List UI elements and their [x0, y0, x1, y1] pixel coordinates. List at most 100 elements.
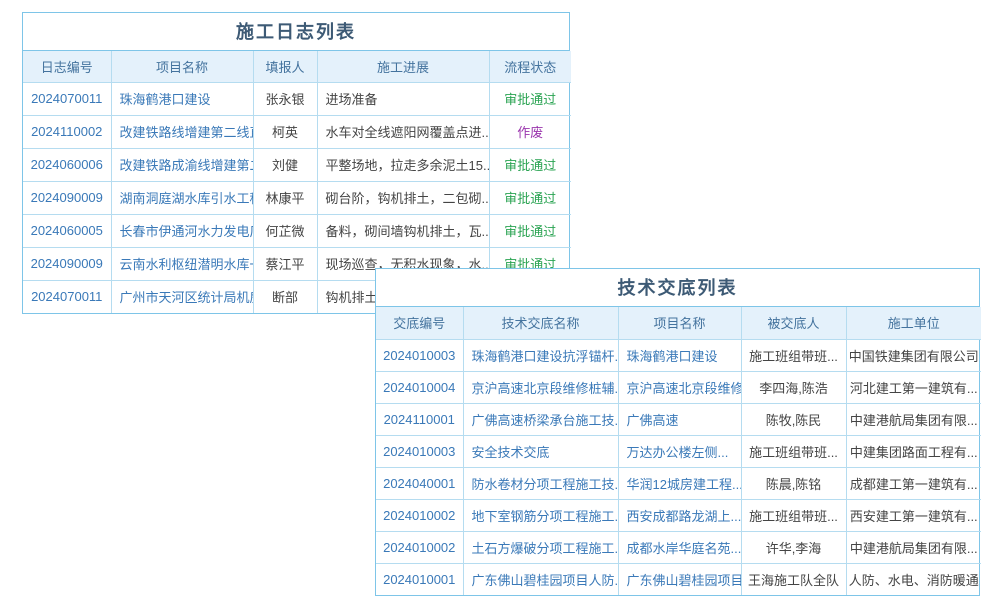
column-header-log-reporter: 填报人	[253, 51, 317, 82]
log-progress-cell: 进场准备	[317, 82, 489, 115]
log-id-cell[interactable]: 2024060005	[23, 214, 111, 247]
log-header-row: 日志编号 项目名称 填报人 施工进展 流程状态	[23, 51, 571, 82]
log-project-cell[interactable]: 湖南洞庭湖水库引水工程...	[111, 181, 253, 214]
column-header-disclosure-unit: 施工单位	[846, 307, 981, 339]
disclosure-id-cell[interactable]: 2024010004	[376, 371, 463, 403]
log-status-cell: 审批通过	[489, 148, 571, 181]
disclosure-name-cell[interactable]: 珠海鹤港口建设抗浮锚杆...	[463, 339, 618, 371]
log-table-row: 2024060005 长春市伊通河水力发电厂... 何芷微 备料，砌间墙钩机排土…	[23, 214, 571, 247]
log-progress-cell: 备料，砌间墙钩机排土，瓦...	[317, 214, 489, 247]
disclosure-name-cell[interactable]: 安全技术交底	[463, 435, 618, 467]
log-status-cell: 审批通过	[489, 181, 571, 214]
technical-disclosure-table: 交底编号 技术交底名称 项目名称 被交底人 施工单位 2024010003 珠海…	[376, 307, 981, 595]
disclosure-table-row: 2024010003 安全技术交底 万达办公楼左侧... 施工班组带班... 中…	[376, 435, 981, 467]
disclosure-name-cell[interactable]: 防水卷材分项工程施工技...	[463, 467, 618, 499]
log-project-cell[interactable]: 改建铁路成渝线增建第二...	[111, 148, 253, 181]
disclosure-table-row: 2024010002 地下室钢筋分项工程施工... 西安成都路龙湖上... 施工…	[376, 499, 981, 531]
disclosure-project-cell[interactable]: 万达办公楼左侧...	[618, 435, 741, 467]
disclosure-table-row: 2024010001 广东佛山碧桂园项目人防... 广东佛山碧桂园项目 王海施工…	[376, 563, 981, 595]
log-status-cell: 作废	[489, 115, 571, 148]
log-project-cell[interactable]: 广州市天河区统计局机房...	[111, 280, 253, 313]
disclosure-header-row: 交底编号 技术交底名称 项目名称 被交底人 施工单位	[376, 307, 981, 339]
log-project-cell[interactable]: 改建铁路线增建第二线直...	[111, 115, 253, 148]
disclosure-project-cell[interactable]: 华润12城房建工程...	[618, 467, 741, 499]
technical-disclosure-table-card: 技术交底列表 交底编号 技术交底名称 项目名称 被交底人 施工单位 202401…	[375, 268, 980, 596]
column-header-log-project: 项目名称	[111, 51, 253, 82]
log-progress-cell: 平整场地，拉走多余泥土15...	[317, 148, 489, 181]
disclosure-project-cell[interactable]: 广佛高速	[618, 403, 741, 435]
column-header-disclosure-project: 项目名称	[618, 307, 741, 339]
log-table-title: 施工日志列表	[23, 13, 569, 51]
disclosure-project-cell[interactable]: 成都水岸华庭名苑...	[618, 531, 741, 563]
disclosure-audience-cell: 施工班组带班...	[741, 339, 846, 371]
log-project-cell[interactable]: 云南水利枢纽潜明水库一...	[111, 247, 253, 280]
column-header-disclosure-name: 技术交底名称	[463, 307, 618, 339]
disclosure-table-row: 2024040001 防水卷材分项工程施工技... 华润12城房建工程... 陈…	[376, 467, 981, 499]
disclosure-audience-cell: 李四海,陈浩	[741, 371, 846, 403]
disclosure-id-cell[interactable]: 2024010003	[376, 339, 463, 371]
disclosure-unit-cell: 中建集团路面工程有...	[846, 435, 981, 467]
log-id-cell[interactable]: 2024060006	[23, 148, 111, 181]
disclosure-unit-cell: 河北建工第一建筑有...	[846, 371, 981, 403]
disclosure-name-cell[interactable]: 广佛高速桥梁承台施工技...	[463, 403, 618, 435]
log-id-cell[interactable]: 2024070011	[23, 280, 111, 313]
disclosure-unit-cell: 西安建工第一建筑有...	[846, 499, 981, 531]
log-reporter-cell: 张永银	[253, 82, 317, 115]
disclosure-name-cell[interactable]: 京沪高速北京段维修桩辅...	[463, 371, 618, 403]
disclosure-table-row: 2024110001 广佛高速桥梁承台施工技... 广佛高速 陈牧,陈民 中建港…	[376, 403, 981, 435]
disclosure-table-row: 2024010004 京沪高速北京段维修桩辅... 京沪高速北京段维修 李四海,…	[376, 371, 981, 403]
log-reporter-cell: 柯英	[253, 115, 317, 148]
log-id-cell[interactable]: 2024090009	[23, 247, 111, 280]
column-header-log-progress: 施工进展	[317, 51, 489, 82]
disclosure-id-cell[interactable]: 2024010003	[376, 435, 463, 467]
disclosure-name-cell[interactable]: 土石方爆破分项工程施工...	[463, 531, 618, 563]
log-project-cell[interactable]: 长春市伊通河水力发电厂...	[111, 214, 253, 247]
log-table-row: 2024090009 湖南洞庭湖水库引水工程... 林康平 砌台阶，钩机排土，二…	[23, 181, 571, 214]
disclosure-id-cell[interactable]: 2024010002	[376, 499, 463, 531]
disclosure-audience-cell: 施工班组带班...	[741, 435, 846, 467]
disclosure-unit-cell: 人防、水电、消防暖通	[846, 563, 981, 595]
disclosure-unit-cell: 中建港航局集团有限...	[846, 403, 981, 435]
disclosure-id-cell[interactable]: 2024010001	[376, 563, 463, 595]
log-status-cell: 审批通过	[489, 214, 571, 247]
log-progress-cell: 砌台阶，钩机排土，二包砌...	[317, 181, 489, 214]
disclosure-project-cell[interactable]: 广东佛山碧桂园项目	[618, 563, 741, 595]
log-table-row: 2024110002 改建铁路线增建第二线直... 柯英 水车对全线遮阳网覆盖点…	[23, 115, 571, 148]
disclosure-unit-cell: 中建港航局集团有限...	[846, 531, 981, 563]
disclosure-audience-cell: 施工班组带班...	[741, 499, 846, 531]
disclosure-project-cell[interactable]: 京沪高速北京段维修	[618, 371, 741, 403]
disclosure-audience-cell: 陈晨,陈铭	[741, 467, 846, 499]
disclosure-project-cell[interactable]: 珠海鹤港口建设	[618, 339, 741, 371]
column-header-log-status: 流程状态	[489, 51, 571, 82]
disclosure-unit-cell: 中国铁建集团有限公司	[846, 339, 981, 371]
disclosure-id-cell[interactable]: 2024010002	[376, 531, 463, 563]
disclosure-audience-cell: 许华,李海	[741, 531, 846, 563]
disclosure-audience-cell: 陈牧,陈民	[741, 403, 846, 435]
log-reporter-cell: 何芷微	[253, 214, 317, 247]
log-table-row: 2024060006 改建铁路成渝线增建第二... 刘健 平整场地，拉走多余泥土…	[23, 148, 571, 181]
disclosure-name-cell[interactable]: 地下室钢筋分项工程施工...	[463, 499, 618, 531]
log-progress-cell: 水车对全线遮阳网覆盖点进...	[317, 115, 489, 148]
disclosure-table-row: 2024010003 珠海鹤港口建设抗浮锚杆... 珠海鹤港口建设 施工班组带班…	[376, 339, 981, 371]
disclosure-name-cell[interactable]: 广东佛山碧桂园项目人防...	[463, 563, 618, 595]
log-id-cell[interactable]: 2024070011	[23, 82, 111, 115]
log-table-row: 2024070011 珠海鹤港口建设 张永银 进场准备 审批通过	[23, 82, 571, 115]
log-id-cell[interactable]: 2024090009	[23, 181, 111, 214]
disclosure-unit-cell: 成都建工第一建筑有...	[846, 467, 981, 499]
log-reporter-cell: 刘健	[253, 148, 317, 181]
column-header-disclosure-audience: 被交底人	[741, 307, 846, 339]
log-reporter-cell: 断部	[253, 280, 317, 313]
column-header-disclosure-id: 交底编号	[376, 307, 463, 339]
disclosure-table-title: 技术交底列表	[376, 269, 979, 307]
disclosure-id-cell[interactable]: 2024110001	[376, 403, 463, 435]
log-reporter-cell: 林康平	[253, 181, 317, 214]
log-status-cell: 审批通过	[489, 82, 571, 115]
log-reporter-cell: 蔡江平	[253, 247, 317, 280]
log-project-cell[interactable]: 珠海鹤港口建设	[111, 82, 253, 115]
disclosure-table-row: 2024010002 土石方爆破分项工程施工... 成都水岸华庭名苑... 许华…	[376, 531, 981, 563]
disclosure-project-cell[interactable]: 西安成都路龙湖上...	[618, 499, 741, 531]
disclosure-id-cell[interactable]: 2024040001	[376, 467, 463, 499]
log-id-cell[interactable]: 2024110002	[23, 115, 111, 148]
disclosure-audience-cell: 王海施工队全队	[741, 563, 846, 595]
column-header-log-id: 日志编号	[23, 51, 111, 82]
